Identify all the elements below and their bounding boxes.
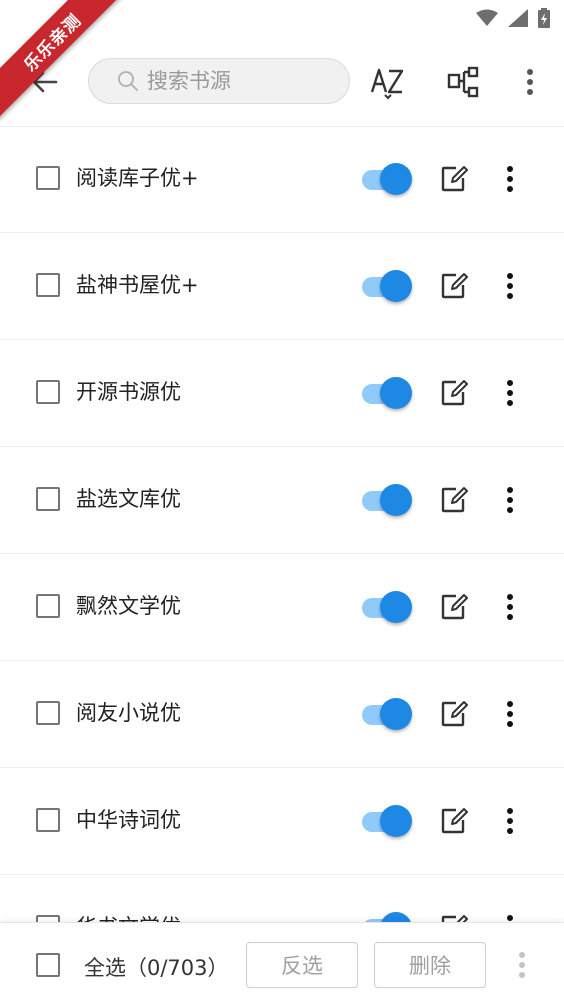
- toolbar: [0, 36, 564, 127]
- bottom-more-button[interactable]: [508, 949, 536, 981]
- more-vert-icon: [507, 915, 513, 921]
- edit-button[interactable]: [438, 805, 470, 837]
- sort-button[interactable]: [366, 60, 410, 104]
- source-name: 华书文学优: [76, 913, 181, 922]
- source-name: 中华诗词优: [76, 808, 181, 832]
- row-more-button[interactable]: [496, 698, 524, 730]
- select-all-checkbox[interactable]: [36, 953, 60, 977]
- edit-button[interactable]: [438, 698, 470, 730]
- edit-icon: [441, 808, 468, 834]
- more-vert-icon: [507, 808, 513, 834]
- row-more-button[interactable]: [496, 484, 524, 516]
- enable-switch[interactable]: [360, 590, 414, 624]
- row-checkbox[interactable]: [36, 808, 60, 832]
- source-row: 开源书源优: [0, 340, 564, 447]
- source-name: 盐神书屋优+: [76, 273, 199, 297]
- row-more-button[interactable]: [496, 591, 524, 623]
- row-checkbox[interactable]: [36, 166, 60, 190]
- more-vert-icon: [507, 380, 513, 406]
- enable-switch[interactable]: [360, 269, 414, 303]
- sort-az-icon: [370, 68, 404, 100]
- source-name: 飘然文学优: [76, 594, 181, 618]
- delete-button[interactable]: 删除: [374, 942, 486, 988]
- enable-switch[interactable]: [360, 483, 414, 517]
- row-more-button[interactable]: [496, 912, 524, 922]
- status-icons: [476, 8, 550, 28]
- source-row: 华书文学优: [0, 875, 564, 922]
- more-vert-icon: [519, 952, 525, 978]
- edit-icon: [441, 487, 468, 513]
- edit-button[interactable]: [438, 377, 470, 409]
- edit-icon: [441, 380, 468, 406]
- more-vert-icon: [507, 487, 513, 513]
- switch-thumb: [380, 591, 412, 623]
- row-checkbox[interactable]: [36, 273, 60, 297]
- enable-switch[interactable]: [360, 162, 414, 196]
- source-list: 阅读库子优+ 盐神书屋优+ 开源书源优 盐选文库优 飘然文学优 阅友小说优 中华…: [0, 126, 564, 922]
- edit-button[interactable]: [438, 912, 470, 922]
- switch-thumb: [380, 912, 412, 922]
- row-more-button[interactable]: [496, 377, 524, 409]
- row-checkbox[interactable]: [36, 915, 60, 922]
- signal-icon: [508, 9, 528, 27]
- edit-icon: [441, 594, 468, 620]
- edit-button[interactable]: [438, 591, 470, 623]
- enable-switch[interactable]: [360, 376, 414, 410]
- switch-thumb: [380, 805, 412, 837]
- row-more-button[interactable]: [496, 163, 524, 195]
- switch-thumb: [380, 377, 412, 409]
- edit-icon: [441, 915, 468, 922]
- enable-switch[interactable]: [360, 697, 414, 731]
- more-vert-icon: [507, 273, 513, 299]
- search-input[interactable]: [145, 68, 339, 94]
- more-vert-icon: [507, 594, 513, 620]
- source-name: 阅读库子优+: [76, 166, 199, 190]
- group-button[interactable]: [442, 60, 486, 104]
- switch-thumb: [380, 484, 412, 516]
- switch-thumb: [380, 270, 412, 302]
- source-row: 飘然文学优: [0, 554, 564, 661]
- more-vert-icon: [527, 69, 533, 95]
- row-checkbox[interactable]: [36, 594, 60, 618]
- edit-button[interactable]: [438, 163, 470, 195]
- enable-switch[interactable]: [360, 911, 414, 922]
- row-checkbox[interactable]: [36, 380, 60, 404]
- more-vert-icon: [507, 701, 513, 727]
- search-box[interactable]: [88, 58, 350, 104]
- row-more-button[interactable]: [496, 270, 524, 302]
- edit-button[interactable]: [438, 484, 470, 516]
- wifi-icon: [476, 9, 498, 26]
- row-more-button[interactable]: [496, 805, 524, 837]
- source-row: 阅友小说优: [0, 661, 564, 768]
- bottom-action-bar: 全选（0/703） 反选 删除: [0, 922, 564, 1005]
- source-name: 盐选文库优: [76, 487, 181, 511]
- battery-icon: [538, 8, 550, 28]
- select-all-label: 全选（0/703）: [84, 956, 229, 980]
- more-vert-icon: [507, 166, 513, 192]
- more-options-button[interactable]: [508, 60, 552, 104]
- flow-tree-icon: [447, 66, 479, 98]
- source-row: 中华诗词优: [0, 768, 564, 875]
- source-row: 盐选文库优: [0, 447, 564, 554]
- source-name: 开源书源优: [76, 380, 181, 404]
- search-icon: [118, 71, 138, 91]
- edit-icon: [441, 166, 468, 192]
- source-name: 阅友小说优: [76, 701, 181, 725]
- enable-switch[interactable]: [360, 804, 414, 838]
- source-row: 盐神书屋优+: [0, 233, 564, 340]
- edit-icon: [441, 273, 468, 299]
- row-checkbox[interactable]: [36, 701, 60, 725]
- switch-thumb: [380, 698, 412, 730]
- row-checkbox[interactable]: [36, 487, 60, 511]
- edit-icon: [441, 701, 468, 727]
- source-row: 阅读库子优+: [0, 126, 564, 233]
- edit-button[interactable]: [438, 270, 470, 302]
- switch-thumb: [380, 163, 412, 195]
- invert-selection-button[interactable]: 反选: [246, 942, 358, 988]
